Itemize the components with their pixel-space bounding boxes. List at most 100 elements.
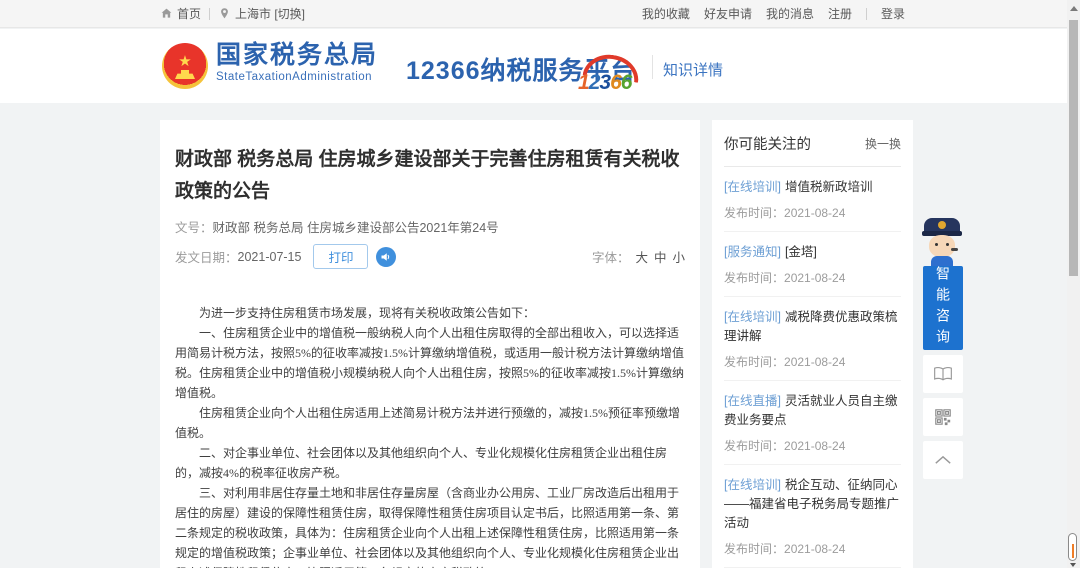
- back-to-top-button[interactable]: [923, 441, 963, 479]
- publish-date-value: 2021-07-15: [238, 250, 302, 264]
- article-paragraph-1: 一、住房租赁企业中的增值税一般纳税人向个人出租住房取得的全部出租收入，可以选择适…: [175, 323, 685, 403]
- officer-eye: [935, 243, 938, 246]
- star-icon: ★: [178, 54, 191, 69]
- published-value: 2021-08-24: [784, 271, 845, 285]
- sidebar-item-text: 增值税新政培训: [785, 180, 873, 194]
- logo-digits: 12366: [578, 71, 631, 95]
- article-paragraph-4: 三、对利用非居住存量土地和非居住存量房屋（含商业办公用房、工业厂房改造后出租用于…: [175, 483, 685, 568]
- chevron-up-icon: [934, 455, 952, 465]
- doc-number-label: 文号：: [175, 217, 213, 236]
- topbar-link-3[interactable]: 注册: [828, 5, 852, 22]
- sidebar-item-tag: [在线直播]: [724, 394, 781, 408]
- home-icon: [160, 7, 173, 20]
- sidebar-list-item-2[interactable]: [在线培训]减税降费优惠政策梳理讲解发布时间：2021-08-24: [724, 297, 901, 381]
- sidebar-item-text: [金塔]: [785, 245, 817, 259]
- sidebar-recommendations: 你可能关注的 换一换 [在线培训]增值税新政培训发布时间：2021-08-24[…: [712, 120, 913, 568]
- header-divider: [652, 55, 653, 79]
- article-paragraph-0: 为进一步支持住房租赁市场发展，现将有关税收政策公告如下：: [175, 303, 685, 323]
- location-link[interactable]: 上海市 [切换]: [218, 5, 305, 22]
- published-label: 发布时间：: [724, 271, 784, 285]
- home-label: 首页: [177, 5, 201, 22]
- officer-face: [929, 235, 955, 257]
- scroll-progress-fill: [1072, 544, 1074, 558]
- sidebar-list: [在线培训]增值税新政培训发布时间：2021-08-24[服务通知][金塔]发布…: [724, 167, 901, 568]
- scroll-down-arrow[interactable]: [1070, 563, 1076, 567]
- published-label: 发布时间：: [724, 439, 784, 453]
- sidebar-item-title: [服务通知] [金塔]: [724, 243, 901, 262]
- sidebar-header: 你可能关注的 换一换: [724, 120, 901, 167]
- topbar: 首页 上海市 [切换] 我的收藏好友申请我的消息注册 登录: [0, 0, 1080, 28]
- smart-consult-button[interactable]: 智能咨询: [923, 266, 963, 350]
- font-size-label: 字体：: [592, 247, 630, 266]
- published-value: 2021-08-24: [784, 542, 845, 556]
- org-title-block: 国家税务总局 StateTaxationAdministration: [216, 41, 378, 83]
- sidebar-item-date: 发布时间：2021-08-24: [724, 204, 901, 221]
- sidebar-item-tag: [在线培训]: [724, 478, 781, 492]
- article-body: 为进一步支持住房租赁市场发展，现将有关税收政策公告如下：一、住房租赁企业中的增值…: [175, 303, 685, 568]
- open-book-icon: [933, 366, 953, 382]
- publish-date-row: 发文日期： 2021-07-15 打印 字体： 大中小: [175, 244, 685, 269]
- print-button[interactable]: 打印: [313, 244, 368, 269]
- published-label: 发布时间：: [724, 355, 784, 369]
- read-aloud-button[interactable]: [376, 247, 396, 267]
- page-scrollbar[interactable]: [1067, 0, 1080, 568]
- topbar-right-links: 我的收藏好友申请我的消息注册 登录: [642, 5, 905, 22]
- sidebar-title: 你可能关注的: [724, 133, 811, 154]
- national-emblem: ★: [162, 43, 208, 89]
- qr-code-button[interactable]: [923, 398, 963, 436]
- topbar-link-0[interactable]: 我的收藏: [642, 5, 690, 22]
- officer-eye: [946, 243, 949, 246]
- topbar-link-1[interactable]: 好友申请: [704, 5, 752, 22]
- published-value: 2021-08-24: [784, 355, 845, 369]
- article-paragraph-3: 二、对企事业单位、社会团体以及其他组织向个人、专业化规模化住房租赁企业出租住房的…: [175, 443, 685, 483]
- sidebar-list-item-3[interactable]: [在线直播]灵活就业人员自主缴费业务要点发布时间：2021-08-24: [724, 381, 901, 465]
- published-label: 发布时间：: [724, 542, 784, 556]
- platform-logo-12366: 12366: [578, 55, 650, 95]
- publish-date-label: 发文日期：: [175, 247, 238, 266]
- sidebar-item-date: 发布时间：2021-08-24: [724, 540, 901, 557]
- doc-number-row: 文号： 财政部 税务总局 住房城乡建设部公告2021年第24号: [175, 217, 685, 236]
- font-size-control: 字体： 大中小: [592, 247, 685, 266]
- scrollbar-up-arrow[interactable]: [1070, 6, 1078, 11]
- sidebar-item-title: [在线培训]税企互动、征纳同心——福建省电子税务局专题推广活动: [724, 476, 901, 533]
- sidebar-item-date: 发布时间：2021-08-24: [724, 269, 901, 286]
- tax-officer-avatar[interactable]: [921, 218, 963, 266]
- sidebar-item-title: [在线培训]减税降费优惠政策梳理讲解: [724, 308, 901, 346]
- sidebar-item-title: [在线培训] 增值税新政培训: [724, 178, 901, 197]
- published-value: 2021-08-24: [784, 439, 845, 453]
- tiananmen-shape: [175, 70, 195, 79]
- divider: [866, 8, 867, 20]
- cap-badge: [938, 221, 946, 229]
- scroll-progress-indicator: [1068, 533, 1077, 561]
- sidebar-item-tag: [服务通知]: [724, 245, 781, 259]
- topbar-link-4[interactable]: 登录: [881, 5, 905, 22]
- sidebar-item-date: 发布时间：2021-08-24: [724, 353, 901, 370]
- topbar-link-2[interactable]: 我的消息: [766, 5, 814, 22]
- officer-body: [931, 256, 953, 266]
- org-name-en: StateTaxationAdministration: [216, 71, 378, 83]
- article-card: 财政部 税务总局 住房城乡建设部关于完善住房租赁有关税收政策的公告 文号： 财政…: [160, 120, 700, 568]
- sidebar-item-title: [在线直播]灵活就业人员自主缴费业务要点: [724, 392, 901, 430]
- sidebar-list-item-0[interactable]: [在线培训] 增值税新政培训发布时间：2021-08-24: [724, 167, 901, 232]
- site-header: ★ 国家税务总局 StateTaxationAdministration 123…: [0, 29, 1080, 103]
- font-size-option-1[interactable]: 中: [654, 247, 667, 266]
- speaker-icon: [380, 251, 392, 263]
- floating-consult-widget: 智能咨询: [922, 218, 964, 479]
- location-label: 上海市 [切换]: [235, 5, 305, 22]
- scrollbar-thumb[interactable]: [1069, 20, 1078, 276]
- topbar-left: 首页 上海市 [切换]: [160, 5, 305, 22]
- location-pin-icon: [218, 7, 231, 20]
- article-title: 财政部 税务总局 住房城乡建设部关于完善住房租赁有关税收政策的公告: [175, 144, 685, 208]
- published-value: 2021-08-24: [784, 206, 845, 220]
- qr-code-icon: [934, 408, 952, 426]
- knowledge-book-button[interactable]: [923, 355, 963, 393]
- font-size-option-2[interactable]: 小: [672, 247, 685, 266]
- font-size-option-0[interactable]: 大: [635, 247, 648, 266]
- article-paragraph-2: 住房租赁企业向个人出租住房适用上述简易计税方法并进行预缴的，减按1.5%预征率预…: [175, 403, 685, 443]
- divider: [209, 8, 210, 20]
- home-link[interactable]: 首页: [160, 5, 201, 22]
- sidebar-item-tag: [在线培训]: [724, 180, 781, 194]
- refresh-list-button[interactable]: 换一换: [865, 135, 901, 152]
- sidebar-list-item-4[interactable]: [在线培训]税企互动、征纳同心——福建省电子税务局专题推广活动发布时间：2021…: [724, 465, 901, 568]
- sidebar-list-item-1[interactable]: [服务通知][金塔]发布时间：2021-08-24: [724, 232, 901, 297]
